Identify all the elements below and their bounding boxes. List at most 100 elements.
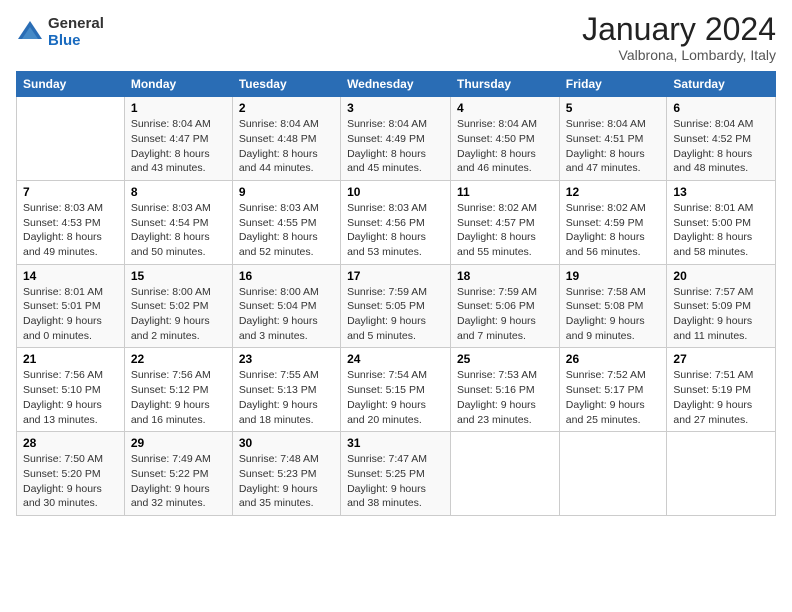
- day-number: 24: [347, 352, 444, 366]
- day-number: 22: [131, 352, 226, 366]
- day-info: Sunrise: 8:02 AMSunset: 4:59 PMDaylight:…: [566, 201, 661, 260]
- day-number: 3: [347, 101, 444, 115]
- day-info: Sunrise: 7:47 AMSunset: 5:25 PMDaylight:…: [347, 452, 444, 511]
- day-info: Sunrise: 8:04 AMSunset: 4:48 PMDaylight:…: [239, 117, 334, 176]
- day-number: 5: [566, 101, 661, 115]
- day-number: 2: [239, 101, 334, 115]
- day-number: 29: [131, 436, 226, 450]
- day-number: 12: [566, 185, 661, 199]
- calendar-cell: 18 Sunrise: 7:59 AMSunset: 5:06 PMDayligh…: [451, 264, 560, 348]
- day-info: Sunrise: 7:49 AMSunset: 5:22 PMDaylight:…: [131, 452, 226, 511]
- day-info: Sunrise: 7:48 AMSunset: 5:23 PMDaylight:…: [239, 452, 334, 511]
- calendar-cell: 3Sunrise: 8:04 AMSunset: 4:49 PMDaylight…: [341, 97, 451, 181]
- day-info: Sunrise: 8:04 AMSunset: 4:52 PMDaylight:…: [673, 117, 769, 176]
- calendar-cell: 29 Sunrise: 7:49 AMSunset: 5:22 PMDayligh…: [124, 432, 232, 516]
- calendar-header: Sunday Monday Tuesday Wednesday Thursday…: [17, 72, 776, 97]
- calendar-cell: 14 Sunrise: 8:01 AMSunset: 5:01 PMDayligh…: [17, 264, 125, 348]
- day-info: Sunrise: 7:52 AMSunset: 5:17 PMDaylight:…: [566, 368, 661, 427]
- day-number: 9: [239, 185, 334, 199]
- calendar-week-0: 1Sunrise: 8:04 AMSunset: 4:47 PMDaylight…: [17, 97, 776, 181]
- calendar-cell: 30 Sunrise: 7:48 AMSunset: 5:23 PMDayligh…: [232, 432, 340, 516]
- day-number: 17: [347, 269, 444, 283]
- day-info: Sunrise: 7:56 AMSunset: 5:10 PMDaylight:…: [23, 368, 118, 427]
- calendar-cell: 11Sunrise: 8:02 AMSunset: 4:57 PMDayligh…: [451, 180, 560, 264]
- day-info: Sunrise: 8:04 AMSunset: 4:50 PMDaylight:…: [457, 117, 553, 176]
- day-info: Sunrise: 8:04 AMSunset: 4:47 PMDaylight:…: [131, 117, 226, 176]
- calendar-cell: 19 Sunrise: 7:58 AMSunset: 5:08 PMDayligh…: [559, 264, 667, 348]
- day-info: Sunrise: 8:00 AMSunset: 5:04 PMDaylight:…: [239, 285, 334, 344]
- calendar-cell: 10 Sunrise: 8:03 AMSunset: 4:56 PMDayligh…: [341, 180, 451, 264]
- day-number: 8: [131, 185, 226, 199]
- day-number: 11: [457, 185, 553, 199]
- day-number: 30: [239, 436, 334, 450]
- day-info: Sunrise: 7:51 AMSunset: 5:19 PMDaylight:…: [673, 368, 769, 427]
- calendar-cell: 2 Sunrise: 8:04 AMSunset: 4:48 PMDaylight…: [232, 97, 340, 181]
- day-number: 6: [673, 101, 769, 115]
- calendar-week-2: 14 Sunrise: 8:01 AMSunset: 5:01 PMDayligh…: [17, 264, 776, 348]
- calendar-cell: 8Sunrise: 8:03 AMSunset: 4:54 PMDaylight…: [124, 180, 232, 264]
- day-info: Sunrise: 8:03 AMSunset: 4:56 PMDaylight:…: [347, 201, 444, 260]
- day-number: 15: [131, 269, 226, 283]
- col-saturday: Saturday: [667, 72, 776, 97]
- day-number: 10: [347, 185, 444, 199]
- col-monday: Monday: [124, 72, 232, 97]
- calendar-cell: 26 Sunrise: 7:52 AMSunset: 5:17 PMDayligh…: [559, 348, 667, 432]
- day-number: 23: [239, 352, 334, 366]
- calendar-cell: 15Sunrise: 8:00 AMSunset: 5:02 PMDayligh…: [124, 264, 232, 348]
- calendar-cell: 27 Sunrise: 7:51 AMSunset: 5:19 PMDayligh…: [667, 348, 776, 432]
- calendar-body: 1Sunrise: 8:04 AMSunset: 4:47 PMDaylight…: [17, 97, 776, 516]
- day-number: 7: [23, 185, 118, 199]
- col-tuesday: Tuesday: [232, 72, 340, 97]
- calendar-cell: 5Sunrise: 8:04 AMSunset: 4:51 PMDaylight…: [559, 97, 667, 181]
- calendar-cell: 9 Sunrise: 8:03 AMSunset: 4:55 PMDaylight…: [232, 180, 340, 264]
- calendar-week-3: 21 Sunrise: 7:56 AMSunset: 5:10 PMDayligh…: [17, 348, 776, 432]
- logo: General Blue: [16, 16, 104, 49]
- day-info: Sunrise: 7:53 AMSunset: 5:16 PMDaylight:…: [457, 368, 553, 427]
- header-row: Sunday Monday Tuesday Wednesday Thursday…: [17, 72, 776, 97]
- logo-blue: Blue: [48, 33, 104, 50]
- day-info: Sunrise: 7:50 AMSunset: 5:20 PMDaylight:…: [23, 452, 118, 511]
- day-number: 25: [457, 352, 553, 366]
- day-number: 21: [23, 352, 118, 366]
- day-info: Sunrise: 7:57 AMSunset: 5:09 PMDaylight:…: [673, 285, 769, 344]
- day-number: 27: [673, 352, 769, 366]
- day-number: 16: [239, 269, 334, 283]
- calendar-cell: [451, 432, 560, 516]
- day-info: Sunrise: 7:55 AMSunset: 5:13 PMDaylight:…: [239, 368, 334, 427]
- day-info: Sunrise: 7:59 AMSunset: 5:06 PMDaylight:…: [457, 285, 553, 344]
- calendar-cell: 25 Sunrise: 7:53 AMSunset: 5:16 PMDayligh…: [451, 348, 560, 432]
- logo-general: General: [48, 16, 104, 33]
- calendar-cell: 22Sunrise: 7:56 AMSunset: 5:12 PMDayligh…: [124, 348, 232, 432]
- day-number: 18: [457, 269, 553, 283]
- day-number: 26: [566, 352, 661, 366]
- calendar-cell: [559, 432, 667, 516]
- calendar-cell: 1Sunrise: 8:04 AMSunset: 4:47 PMDaylight…: [124, 97, 232, 181]
- day-info: Sunrise: 8:01 AMSunset: 5:01 PMDaylight:…: [23, 285, 118, 344]
- calendar-cell: 7Sunrise: 8:03 AMSunset: 4:53 PMDaylight…: [17, 180, 125, 264]
- day-info: Sunrise: 8:03 AMSunset: 4:55 PMDaylight:…: [239, 201, 334, 260]
- col-wednesday: Wednesday: [341, 72, 451, 97]
- day-number: 19: [566, 269, 661, 283]
- calendar-cell: 6 Sunrise: 8:04 AMSunset: 4:52 PMDaylight…: [667, 97, 776, 181]
- month-year: January 2024: [582, 12, 776, 47]
- calendar-cell: 16 Sunrise: 8:00 AMSunset: 5:04 PMDayligh…: [232, 264, 340, 348]
- location: Valbrona, Lombardy, Italy: [582, 47, 776, 63]
- day-number: 14: [23, 269, 118, 283]
- col-sunday: Sunday: [17, 72, 125, 97]
- day-number: 31: [347, 436, 444, 450]
- day-info: Sunrise: 7:54 AMSunset: 5:15 PMDaylight:…: [347, 368, 444, 427]
- calendar-cell: 12 Sunrise: 8:02 AMSunset: 4:59 PMDayligh…: [559, 180, 667, 264]
- day-number: 13: [673, 185, 769, 199]
- calendar-cell: 20 Sunrise: 7:57 AMSunset: 5:09 PMDayligh…: [667, 264, 776, 348]
- title-section: January 2024 Valbrona, Lombardy, Italy: [582, 12, 776, 63]
- calendar-week-1: 7Sunrise: 8:03 AMSunset: 4:53 PMDaylight…: [17, 180, 776, 264]
- logo-icon: [16, 19, 44, 47]
- calendar-cell: [17, 97, 125, 181]
- calendar-cell: 28Sunrise: 7:50 AMSunset: 5:20 PMDayligh…: [17, 432, 125, 516]
- day-number: 20: [673, 269, 769, 283]
- day-number: 4: [457, 101, 553, 115]
- day-info: Sunrise: 7:58 AMSunset: 5:08 PMDaylight:…: [566, 285, 661, 344]
- calendar-cell: 31 Sunrise: 7:47 AMSunset: 5:25 PMDayligh…: [341, 432, 451, 516]
- calendar-table: Sunday Monday Tuesday Wednesday Thursday…: [16, 71, 776, 516]
- calendar-week-4: 28Sunrise: 7:50 AMSunset: 5:20 PMDayligh…: [17, 432, 776, 516]
